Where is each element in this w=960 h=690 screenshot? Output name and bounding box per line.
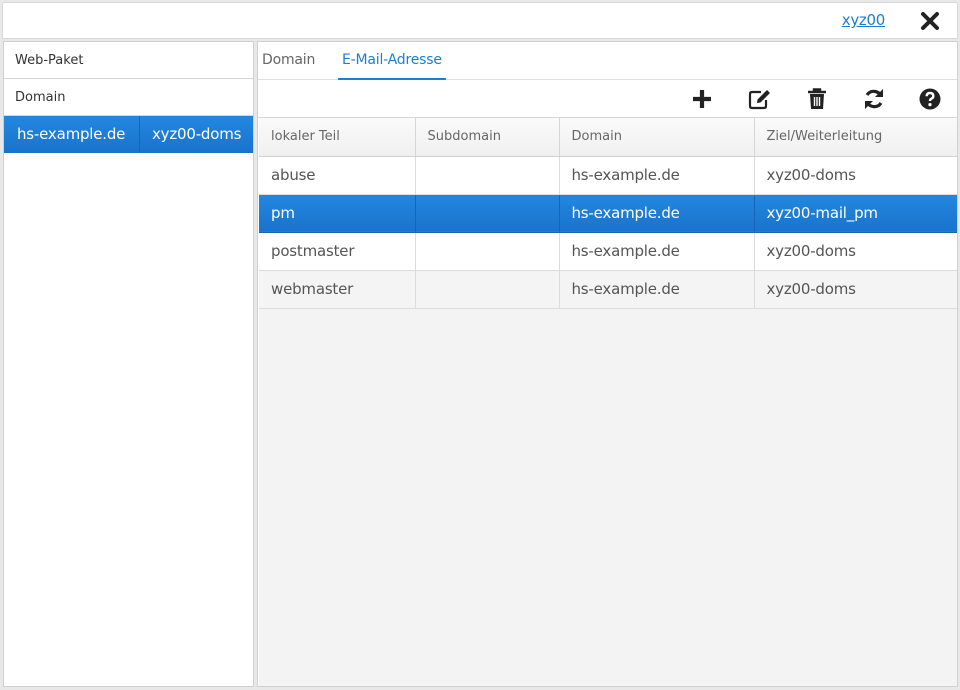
tab-domain[interactable]: Domain xyxy=(262,42,315,80)
cell-subdomain xyxy=(415,232,560,271)
cell-target: xyz00-doms xyxy=(754,270,957,309)
domain-owner-cell: xyz00-doms xyxy=(152,125,242,143)
refresh-icon[interactable] xyxy=(862,87,886,111)
cell-local-part: postmaster xyxy=(259,232,416,271)
cell-local-part: abuse xyxy=(259,156,416,195)
table-row[interactable]: postmaster hs-example.de xyz00-doms xyxy=(259,232,957,271)
column-subdomain[interactable]: Subdomain xyxy=(415,118,560,157)
table-header-row: lokaler Teil Subdomain Domain Ziel/Weite… xyxy=(259,118,957,157)
table-row[interactable]: webmaster hs-example.de xyz00-doms xyxy=(259,270,957,309)
email-address-grid: lokaler Teil Subdomain Domain Ziel/Weite… xyxy=(259,118,957,686)
plus-icon[interactable] xyxy=(690,87,714,111)
section-web-paket[interactable]: Web-Paket xyxy=(4,42,253,79)
cell-target: xyz00-mail_pm xyxy=(754,194,957,233)
cell-target: xyz00-doms xyxy=(754,232,957,271)
close-icon[interactable] xyxy=(919,10,941,32)
table-row-selected[interactable]: pm hs-example.de xyz00-mail_pm xyxy=(259,194,957,233)
column-target[interactable]: Ziel/Weiterleitung xyxy=(754,118,957,157)
cell-domain: hs-example.de xyxy=(559,232,755,271)
domain-row-selected[interactable]: hs-example.de xyz00-doms xyxy=(4,116,253,153)
section-domain[interactable]: Domain xyxy=(4,79,253,116)
help-icon[interactable] xyxy=(918,87,942,111)
email-address-table: lokaler Teil Subdomain Domain Ziel/Weite… xyxy=(259,118,957,309)
domain-name-cell: hs-example.de xyxy=(4,116,140,153)
cell-subdomain xyxy=(415,270,560,309)
cell-subdomain xyxy=(415,194,560,233)
cell-domain: hs-example.de xyxy=(559,194,755,233)
table-row[interactable]: abuse hs-example.de xyz00-doms xyxy=(259,156,957,195)
trash-icon[interactable] xyxy=(805,87,829,111)
cell-domain: hs-example.de xyxy=(559,270,755,309)
navigation-panel: Web-Paket Domain hs-example.de xyz00-dom… xyxy=(3,41,254,687)
edit-icon[interactable] xyxy=(747,87,771,111)
column-local-part[interactable]: lokaler Teil xyxy=(259,118,416,157)
content-panel: Domain E-Mail-Adresse lokaler Teil Subdo… xyxy=(257,41,958,687)
cell-local-part: pm xyxy=(259,194,416,233)
tab-email-address[interactable]: E-Mail-Adresse xyxy=(338,42,446,80)
column-domain[interactable]: Domain xyxy=(559,118,755,157)
cell-domain: hs-example.de xyxy=(559,156,755,195)
tab-bar: Domain E-Mail-Adresse xyxy=(258,42,957,80)
toolbar xyxy=(258,80,957,118)
cell-target: xyz00-doms xyxy=(754,156,957,195)
cell-local-part: webmaster xyxy=(259,270,416,309)
user-link[interactable]: xyz00 xyxy=(842,11,886,29)
cell-subdomain xyxy=(415,156,560,195)
top-bar: xyz00 xyxy=(2,2,958,39)
